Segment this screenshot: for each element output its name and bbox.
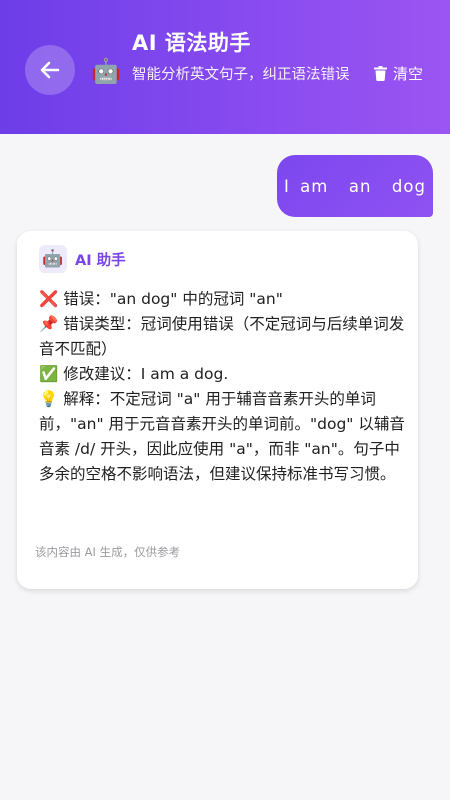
ai-message-card: 🤖 AI 助手 ❌ 错误："an dog" 中的冠词 "an" 📌 错误类型：冠… xyxy=(17,231,418,589)
robot-icon: 🤖 xyxy=(91,57,121,85)
robot-icon: 🤖 xyxy=(39,245,67,273)
trash-icon xyxy=(374,66,387,81)
clear-button[interactable]: 清空 xyxy=(374,63,423,84)
ai-suggestion-line: ✅ 修改建议：I am a dog. xyxy=(39,365,229,383)
ai-disclaimer: 该内容由 AI 生成，仅供参考 xyxy=(35,545,181,559)
app-header: 🤖 AI 语法助手 智能分析英文句子，纠正语法错误 清空 xyxy=(0,0,450,134)
arrow-left-icon xyxy=(40,61,60,79)
ai-explanation-line: 💡 解释：不定冠词 "a" 用于辅音音素开头的单词前，"an" 用于元音音素开头… xyxy=(39,390,405,483)
user-message-bubble: I am an dog xyxy=(277,155,433,217)
page-subtitle: 智能分析英文句子，纠正语法错误 xyxy=(132,67,350,83)
ai-assistant-name: AI 助手 xyxy=(75,252,126,269)
ai-error-type-line: 📌 错误类型：冠词使用错误（不定冠词与后续单词发音不匹配） xyxy=(39,315,405,358)
ai-message-body: ❌ 错误："an dog" 中的冠词 "an" 📌 错误类型：冠词使用错误（不定… xyxy=(39,287,407,487)
clear-button-label: 清空 xyxy=(393,65,424,83)
ai-message-header: 🤖 AI 助手 xyxy=(39,245,126,273)
back-button[interactable] xyxy=(25,45,75,95)
ai-error-line: ❌ 错误："an dog" 中的冠词 "an" xyxy=(39,290,283,308)
user-message-text: I am an dog xyxy=(284,176,426,196)
page-title: AI 语法助手 xyxy=(132,31,251,55)
